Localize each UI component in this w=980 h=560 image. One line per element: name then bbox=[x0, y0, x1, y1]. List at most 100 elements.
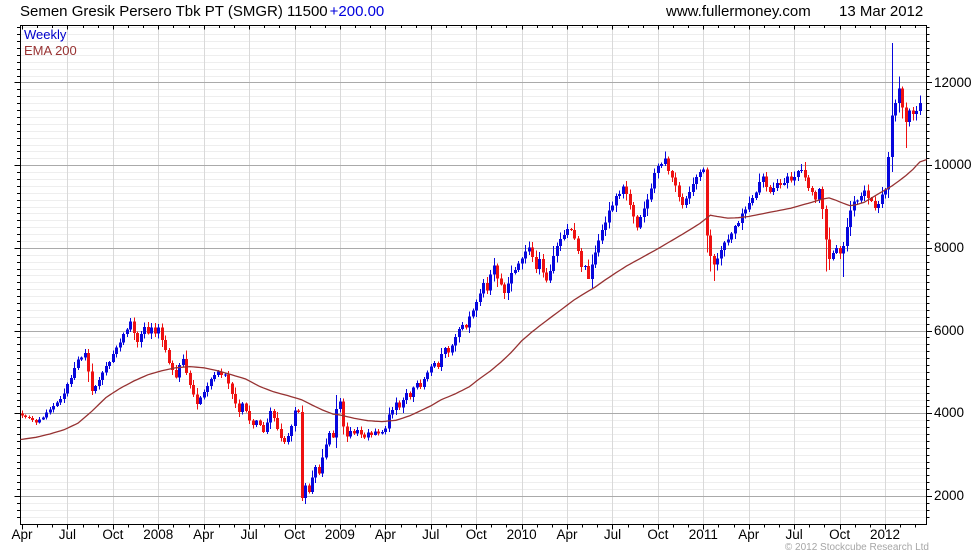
candle bbox=[919, 95, 922, 115]
candle bbox=[321, 448, 324, 477]
x-tick-label: Jul bbox=[785, 527, 803, 542]
candle bbox=[461, 322, 464, 331]
x-tick-label: Oct bbox=[465, 527, 487, 542]
candle bbox=[524, 244, 527, 264]
x-tick-label: Oct bbox=[102, 527, 124, 542]
candle bbox=[748, 196, 751, 212]
candle bbox=[486, 277, 489, 294]
x-tick-label: Apr bbox=[374, 527, 396, 542]
candle bbox=[664, 151, 667, 167]
y-tick-label: 6000 bbox=[934, 322, 965, 338]
candle bbox=[496, 263, 499, 288]
candle bbox=[262, 421, 265, 434]
candle bbox=[528, 241, 531, 256]
candle bbox=[115, 345, 118, 358]
candle bbox=[573, 222, 576, 240]
candle bbox=[402, 397, 405, 413]
candle bbox=[122, 332, 125, 346]
y-tick-label: 2000 bbox=[934, 488, 965, 503]
candle bbox=[881, 186, 884, 209]
candle bbox=[112, 350, 115, 364]
candle bbox=[468, 311, 471, 333]
candle bbox=[311, 470, 314, 494]
candle bbox=[912, 106, 915, 121]
candle bbox=[360, 426, 363, 438]
x-tick-label: 2008 bbox=[143, 527, 174, 542]
candle bbox=[255, 419, 258, 428]
candle bbox=[437, 361, 440, 370]
candle bbox=[894, 99, 897, 122]
candle bbox=[915, 106, 918, 121]
candle bbox=[451, 343, 454, 356]
candle bbox=[73, 361, 76, 381]
x-tick-label: 2010 bbox=[506, 527, 537, 542]
candle bbox=[335, 395, 338, 449]
candle bbox=[482, 278, 485, 298]
candle bbox=[552, 246, 555, 274]
candle bbox=[192, 380, 195, 398]
candle bbox=[804, 161, 807, 181]
candle bbox=[398, 400, 401, 410]
candle bbox=[877, 201, 880, 213]
candle bbox=[349, 427, 352, 439]
candle bbox=[199, 396, 202, 405]
candle bbox=[35, 419, 38, 425]
legend-timeframe: Weekly bbox=[24, 27, 67, 42]
candle bbox=[38, 417, 41, 424]
candle bbox=[143, 322, 146, 339]
candle bbox=[241, 402, 244, 415]
candle bbox=[423, 376, 426, 390]
candle bbox=[751, 194, 754, 206]
candle bbox=[521, 256, 524, 270]
candle bbox=[91, 363, 94, 395]
candle bbox=[629, 189, 632, 210]
candle bbox=[566, 223, 569, 239]
x-tick-label: 2012 bbox=[869, 527, 901, 542]
x-tick-label: Apr bbox=[193, 527, 215, 542]
candle bbox=[643, 201, 646, 223]
candle bbox=[101, 371, 104, 385]
x-tick-label: 2009 bbox=[324, 527, 355, 542]
candle bbox=[660, 162, 663, 169]
candle bbox=[493, 258, 496, 282]
x-tick-label: Apr bbox=[738, 527, 760, 542]
x-tick-label: Jul bbox=[603, 527, 622, 542]
candle bbox=[755, 191, 758, 201]
candle bbox=[98, 376, 101, 390]
candle bbox=[234, 387, 237, 409]
candle bbox=[24, 414, 27, 419]
candle bbox=[276, 412, 279, 431]
candle bbox=[832, 250, 835, 261]
candle bbox=[846, 218, 849, 252]
candle bbox=[608, 201, 611, 229]
candle bbox=[238, 399, 241, 418]
candle bbox=[454, 333, 457, 352]
candle bbox=[577, 235, 580, 255]
candle bbox=[220, 368, 223, 378]
x-tick-label: Oct bbox=[829, 527, 851, 542]
candle bbox=[685, 195, 688, 209]
candle bbox=[290, 424, 293, 442]
candle bbox=[301, 405, 304, 501]
candle bbox=[314, 464, 317, 483]
candle bbox=[419, 379, 422, 390]
candle bbox=[597, 233, 600, 257]
candle bbox=[308, 483, 311, 494]
x-tick-label: Jul bbox=[58, 527, 77, 542]
x-tick-label: Jul bbox=[240, 527, 258, 542]
gridlines-minor bbox=[20, 27, 927, 518]
candle bbox=[681, 193, 684, 209]
candle bbox=[908, 108, 911, 127]
candle bbox=[475, 299, 478, 317]
candle bbox=[646, 194, 649, 217]
candle bbox=[280, 423, 283, 442]
candle bbox=[283, 436, 286, 445]
candle bbox=[248, 405, 251, 425]
candle bbox=[762, 173, 765, 188]
candle bbox=[591, 254, 594, 289]
candle bbox=[671, 170, 674, 183]
candle bbox=[622, 184, 625, 199]
ema-200-line bbox=[20, 158, 927, 441]
candle bbox=[273, 408, 276, 422]
candle bbox=[405, 389, 408, 405]
